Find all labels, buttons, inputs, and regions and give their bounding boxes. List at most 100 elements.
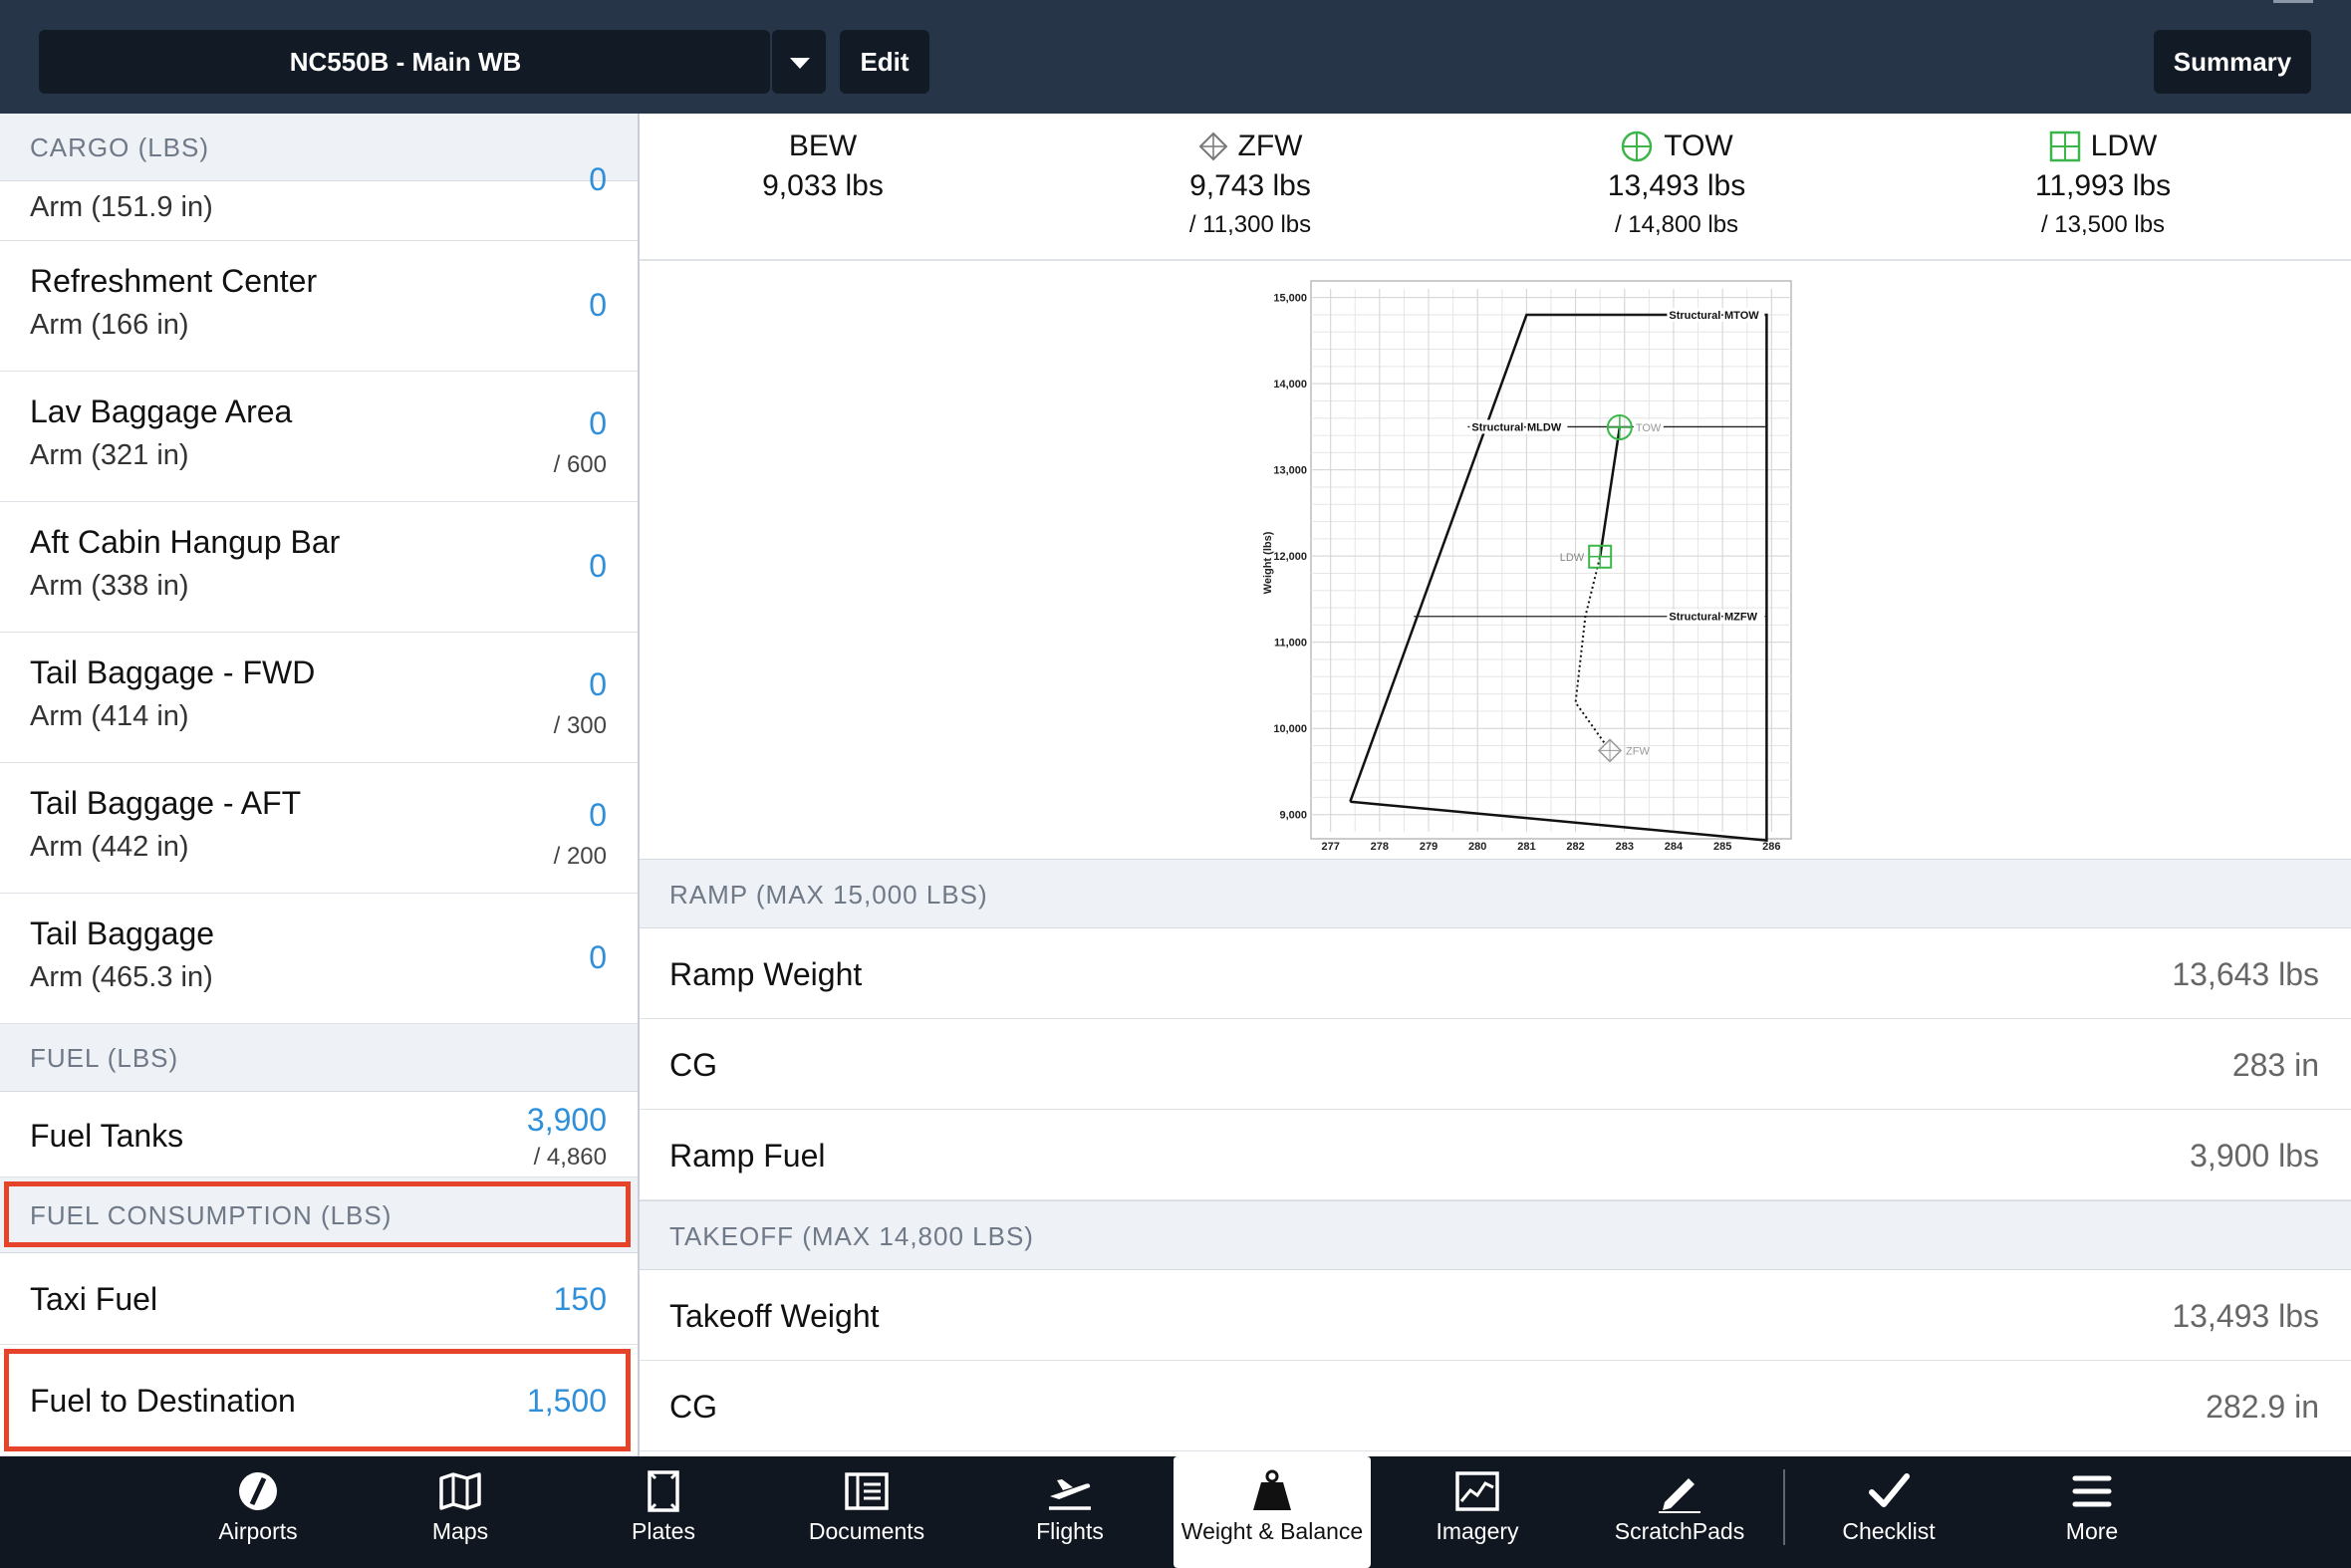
summary-button[interactable]: Summary (2154, 30, 2311, 94)
tow-point-label: TOW (1636, 422, 1662, 434)
x-tick-label: 278 (1371, 841, 1389, 853)
item-value[interactable]: 0 (589, 287, 607, 324)
y-tick-label: 11,000 (1274, 638, 1307, 650)
cargo-partial-row[interactable]: 0 Arm (151.9 in) (0, 161, 638, 241)
imagery-icon (1455, 1471, 1499, 1511)
load-item-tail-baggage[interactable]: Tail Baggage Arm (465.3 in) 0 (0, 894, 638, 1024)
results-panel: BEW 9,033 lbs ZFW 9,743 lbs / 11,300 lbs… (640, 114, 2351, 1456)
x-tick-label: 277 (1321, 841, 1339, 853)
item-value[interactable]: 0 (589, 405, 607, 442)
item-arm: Arm (442 in) (30, 831, 189, 863)
item-value[interactable]: 0 (589, 666, 607, 703)
x-tick-label: 285 (1713, 841, 1731, 853)
item-title: Aft Cabin Hangup Bar (30, 524, 341, 560)
x-tick-label: 279 (1420, 841, 1437, 853)
item-title: Refreshment Center (30, 263, 318, 299)
stat-tow-label: TOW (1664, 130, 1733, 162)
tab-weight-balance[interactable]: Weight & Balance (1174, 1456, 1371, 1568)
ramp-fuel-label: Ramp Fuel (669, 1138, 826, 1174)
y-axis-label: Weight (lbs) (1262, 531, 1274, 594)
load-item-lav-baggage-area[interactable]: Lav Baggage Area Arm (321 in) 0 / 600 (0, 372, 638, 502)
ramp-cg-row: CG 283 in (640, 1019, 2351, 1110)
stat-zfw: ZFW 9,743 lbs / 11,300 lbs (1086, 128, 1415, 239)
load-item-tail-baggage-fwd[interactable]: Tail Baggage - FWD Arm (414 in) 0 / 300 (0, 633, 638, 763)
load-item-aft-cabin-hangup-bar[interactable]: Aft Cabin Hangup Bar Arm (338 in) 0 (0, 502, 638, 633)
tab-more[interactable]: More (1993, 1456, 2191, 1568)
item-value[interactable]: 0 (589, 939, 607, 976)
cargo-partial-value: 0 (589, 161, 607, 197)
tab-label: Flights (1036, 1518, 1104, 1544)
takeoff-cg-label: CG (669, 1389, 717, 1425)
cargo-partial-arm: Arm (151.9 in) (30, 191, 213, 223)
top-sliver (2273, 0, 2313, 3)
stat-bew-weight: 9,033 lbs (762, 169, 884, 202)
tab-scratchpads[interactable]: ScratchPads (1581, 1456, 1778, 1568)
ldw-square-icon (2049, 131, 2080, 162)
item-title: Tail Baggage - AFT (30, 785, 302, 821)
cg-envelope-chart[interactable]: 277 278 279 280 281 282 283 284 285 286 9,000 10,00… (1259, 279, 1795, 855)
documents-icon (845, 1472, 889, 1510)
tab-plates[interactable]: Plates (565, 1456, 762, 1568)
fuel-tanks-max: / 4,860 (533, 1144, 607, 1171)
chart-background (1259, 279, 1795, 855)
stat-ldw-max: / 13,500 lbs (2040, 211, 2166, 238)
item-value[interactable]: 0 (589, 797, 607, 834)
fuel-tanks-title: Fuel Tanks (30, 1118, 184, 1154)
maps-icon (439, 1472, 481, 1510)
tab-separator (1783, 1469, 1785, 1545)
stat-ldw-weight: 11,993 lbs (2034, 169, 2172, 202)
tab-label: Maps (431, 1518, 489, 1544)
cg-envelope-svg: 277 278 279 280 281 282 283 284 285 286 9,000 10,00… (1259, 279, 1795, 855)
item-title: Tail Baggage - FWD (30, 654, 316, 690)
stat-zfw-max: / 11,300 lbs (1188, 211, 1312, 238)
tab-maps[interactable]: Maps (362, 1456, 559, 1568)
zfw-point-label: ZFW (1626, 745, 1650, 757)
tow-circle-icon (1622, 131, 1653, 162)
edit-button[interactable]: Edit (840, 30, 929, 94)
stat-bew: BEW 9,033 lbs (658, 128, 987, 203)
plates-icon (648, 1470, 679, 1512)
ramp-fuel-row: Ramp Fuel 3,900 lbs (640, 1110, 2351, 1200)
tab-airports[interactable]: Airports (159, 1456, 357, 1568)
item-arm: Arm (465.3 in) (30, 961, 213, 993)
takeoff-weight-label: Takeoff Weight (669, 1298, 880, 1334)
ramp-cg-value: 283 in (2231, 1047, 2319, 1083)
stats-divider (640, 259, 2351, 261)
limit-label: Structural·MTOW (1669, 310, 1759, 322)
taxi-fuel-value[interactable]: 150 (554, 1281, 607, 1318)
tab-label: Airports (218, 1518, 298, 1544)
takeoff-section-header: TAKEOFF (MAX 14,800 LBS) (640, 1200, 2351, 1270)
load-item-tail-baggage-aft[interactable]: Tail Baggage - AFT Arm (442 in) 0 / 200 (0, 763, 638, 894)
stat-bew-label: BEW (788, 130, 858, 162)
tab-checklist[interactable]: Checklist (1790, 1456, 1987, 1568)
ramp-section-header: RAMP (MAX 15,000 LBS) (640, 859, 2351, 928)
load-item-refreshment-center[interactable]: Refreshment Center Arm (166 in) 0 (0, 241, 638, 372)
stat-zfw-weight: 9,743 lbs (1189, 169, 1311, 202)
tab-flights[interactable]: Flights (971, 1456, 1169, 1568)
item-max: / 300 (553, 712, 607, 739)
load-list-panel: CARGO (LBS) 0 Arm (151.9 in) Refreshment… (0, 114, 638, 1456)
x-tick-label: 284 (1665, 841, 1684, 853)
airports-icon (239, 1472, 277, 1510)
item-title: Lav Baggage Area (30, 393, 293, 429)
item-value[interactable]: 0 (589, 548, 607, 585)
takeoff-cg-row: CG 282.9 in (640, 1361, 2351, 1451)
zfw-diamond-icon (1198, 131, 1227, 161)
ramp-cg-label: CG (669, 1047, 717, 1083)
x-tick-label: 286 (1762, 841, 1780, 853)
tab-imagery[interactable]: Imagery (1379, 1456, 1576, 1568)
x-tick-label: 281 (1517, 841, 1535, 853)
profile-dropdown-button[interactable] (772, 30, 826, 94)
tab-documents[interactable]: Documents (768, 1456, 965, 1568)
limit-label: Structural·MLDW (1471, 421, 1561, 433)
cargo-section-header: CARGO (LBS) (0, 114, 638, 181)
fuel-section-header: FUEL (LBS) (0, 1024, 638, 1092)
taxi-fuel-title: Taxi Fuel (30, 1281, 158, 1317)
fuel-tanks-row[interactable]: Fuel Tanks 3,900 / 4,860 (0, 1092, 638, 1177)
profile-selector[interactable]: NC550B - Main WB (39, 30, 770, 94)
fuel-tanks-value[interactable]: 3,900 (527, 1102, 607, 1139)
tab-label: Checklist (1842, 1518, 1936, 1544)
tab-label: Plates (632, 1518, 695, 1544)
item-max: / 200 (553, 843, 607, 870)
taxi-fuel-row[interactable]: Taxi Fuel 150 (0, 1253, 638, 1345)
